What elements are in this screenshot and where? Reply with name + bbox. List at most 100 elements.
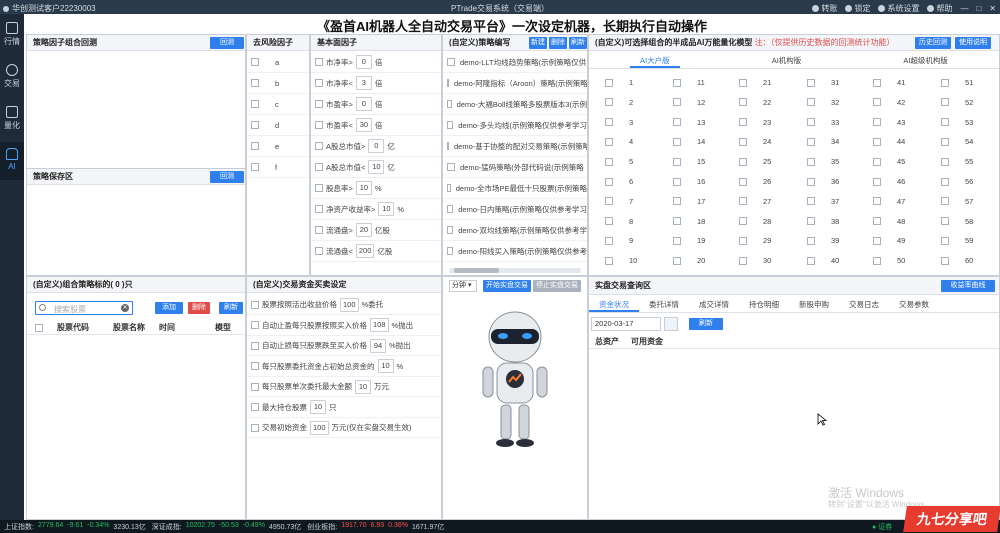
ai-model-option[interactable]: 4	[605, 137, 633, 146]
basic-factor-checkbox[interactable]	[315, 184, 323, 192]
basic-factor-value[interactable]: 20	[355, 223, 372, 237]
tab-live-query[interactable]: 交易日志	[839, 297, 889, 312]
risk-factor-row[interactable]: e	[247, 136, 309, 157]
basic-factor-value[interactable]: 0	[355, 97, 372, 111]
ai-model-option[interactable]: 44	[873, 137, 905, 146]
strategy-item[interactable]: demo-阳线买入策略(示例策略仅供参考	[443, 241, 587, 262]
ai-model-checkbox[interactable]	[807, 217, 815, 226]
ai-model-checkbox[interactable]	[605, 137, 613, 146]
ai-model-checkbox[interactable]	[941, 236, 949, 245]
fund-setting-checkbox[interactable]	[251, 382, 259, 391]
ai-model-option[interactable]: 51	[941, 78, 973, 87]
select-all-checkbox[interactable]	[35, 323, 43, 332]
ai-model-option[interactable]: 13	[673, 118, 705, 127]
ai-model-checkbox[interactable]	[873, 78, 881, 87]
help-button[interactable]: 帮助	[927, 3, 952, 14]
ai-model-checkbox[interactable]	[873, 177, 881, 186]
ai-model-option[interactable]: 29	[739, 236, 771, 245]
ai-model-checkbox[interactable]	[739, 157, 747, 166]
ai-model-option[interactable]: 47	[873, 197, 905, 206]
ai-model-checkbox[interactable]	[605, 256, 613, 265]
ai-model-option[interactable]: 5	[605, 157, 633, 166]
ai-model-checkbox[interactable]	[739, 118, 747, 127]
strategy-checkbox[interactable]	[447, 58, 455, 66]
ai-model-option[interactable]: 52	[941, 98, 973, 107]
ai-model-checkbox[interactable]	[605, 197, 613, 206]
strategy-item[interactable]: demo-多头均线(示例策略仅供参考学习	[443, 115, 587, 136]
ai-model-checkbox[interactable]	[807, 118, 815, 127]
risk-factor-checkbox[interactable]	[251, 58, 259, 66]
ai-model-checkbox[interactable]	[873, 118, 881, 127]
strategy-item[interactable]: demo-大福Boll线策略多股票版本3(示例	[443, 94, 587, 115]
ai-model-checkbox[interactable]	[605, 78, 613, 87]
ai-model-option[interactable]: 42	[873, 98, 905, 107]
fund-setting-checkbox[interactable]	[251, 341, 259, 350]
ai-model-checkbox[interactable]	[739, 78, 747, 87]
fund-setting-checkbox[interactable]	[251, 423, 259, 432]
risk-factor-checkbox[interactable]	[251, 79, 259, 87]
ai-model-checkbox[interactable]	[941, 177, 949, 186]
risk-factor-row[interactable]: d	[247, 115, 309, 136]
ai-model-option[interactable]: 22	[739, 98, 771, 107]
ai-model-option[interactable]: 17	[673, 197, 705, 206]
sidebar-item-trade[interactable]: 交易	[0, 58, 24, 96]
close-button[interactable]: ✕	[989, 3, 996, 14]
ai-model-option[interactable]: 2	[605, 98, 633, 107]
start-trading-button[interactable]: 开始实盘交易	[483, 280, 531, 292]
strategy-item[interactable]: demo-猛码策略(外部代码说(示例策略	[443, 157, 587, 178]
ai-model-checkbox[interactable]	[739, 197, 747, 206]
ai-model-option[interactable]: 1	[605, 78, 633, 87]
ai-model-checkbox[interactable]	[605, 157, 613, 166]
ai-model-option[interactable]: 24	[739, 137, 771, 146]
strategy-refresh-button[interactable]: 刷新	[569, 37, 587, 49]
stock-refresh-button[interactable]: 刷新	[219, 302, 243, 314]
basic-factor-checkbox[interactable]	[315, 142, 323, 150]
basic-factor-checkbox[interactable]	[315, 58, 323, 66]
ai-model-checkbox[interactable]	[807, 197, 815, 206]
strategy-item[interactable]: demo-双均线策略(示例策略仅供参考学	[443, 220, 587, 241]
strategy-item[interactable]: demo-日内策略(示例策略仅供参考学习	[443, 199, 587, 220]
fund-setting-checkbox[interactable]	[251, 321, 259, 329]
basic-factor-checkbox[interactable]	[315, 226, 323, 234]
ai-model-checkbox[interactable]	[807, 256, 815, 265]
ai-model-option[interactable]: 20	[673, 256, 705, 265]
fund-setting-value[interactable]: 94	[370, 338, 386, 353]
ai-model-option[interactable]: 56	[941, 177, 973, 186]
history-backtest-button[interactable]: 历史回测	[915, 37, 951, 49]
ai-model-option[interactable]: 48	[873, 217, 905, 226]
basic-factor-value[interactable]: 0	[355, 55, 372, 69]
date-input[interactable]: 2020-03-17	[591, 317, 661, 331]
ai-model-checkbox[interactable]	[605, 236, 613, 245]
settings-button[interactable]: 系统设置	[878, 3, 919, 14]
fund-setting-value[interactable]: 100	[340, 297, 359, 312]
ai-model-option[interactable]: 16	[673, 177, 705, 186]
tab-ai-super[interactable]: AI超级机构版	[893, 53, 958, 68]
tab-ai-institution[interactable]: AI机构版	[762, 53, 812, 68]
fund-setting-value[interactable]: 100	[310, 420, 329, 435]
fund-setting-checkbox[interactable]	[251, 362, 259, 370]
basic-factor-checkbox[interactable]	[315, 205, 323, 213]
sidebar-item-quant[interactable]: 量化	[0, 100, 24, 138]
ai-model-option[interactable]: 12	[673, 98, 705, 107]
ai-model-option[interactable]: 19	[673, 236, 705, 245]
ai-model-checkbox[interactable]	[873, 217, 881, 226]
ai-model-checkbox[interactable]	[941, 217, 949, 226]
ai-model-option[interactable]: 55	[941, 157, 973, 166]
stock-search-input[interactable]: 搜索股票 ✕	[35, 301, 133, 315]
basic-factor-value[interactable]: 10	[378, 202, 395, 216]
ai-model-option[interactable]: 54	[941, 137, 973, 146]
basic-factor-checkbox[interactable]	[315, 163, 323, 171]
ai-model-option[interactable]: 59	[941, 236, 973, 245]
strategy-save-button[interactable]: 回测	[210, 171, 244, 183]
ai-model-option[interactable]: 10	[605, 256, 637, 265]
ai-model-checkbox[interactable]	[807, 78, 815, 87]
ai-model-checkbox[interactable]	[739, 137, 747, 146]
factor-backtest-button[interactable]: 回测	[210, 37, 244, 49]
fund-setting-value[interactable]: 10	[310, 400, 326, 414]
ai-model-checkbox[interactable]	[673, 217, 681, 226]
strategy-item[interactable]: demo-基于协整的配对交易策略(示例策略	[443, 136, 587, 157]
ai-model-checkbox[interactable]	[873, 157, 881, 166]
sidebar-item-market[interactable]: 行情	[0, 16, 24, 54]
strategy-checkbox[interactable]	[447, 205, 454, 213]
strategy-checkbox[interactable]	[447, 184, 451, 192]
